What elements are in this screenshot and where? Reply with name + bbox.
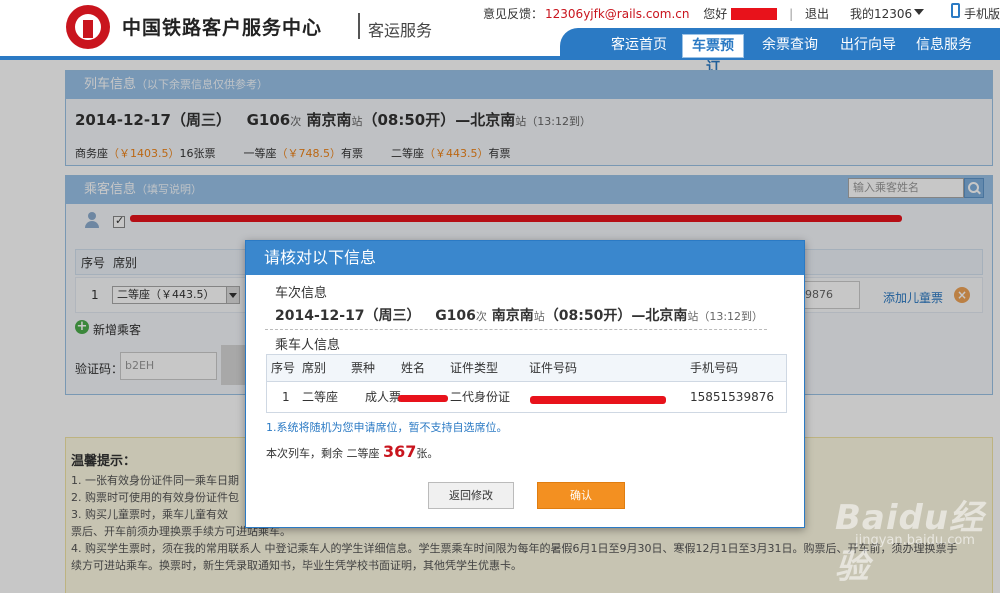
nav-travel-guide[interactable]: 出行向导	[836, 34, 900, 58]
col-id-number: 证件号码	[529, 361, 578, 375]
logo-subtitle: 客运服务	[368, 21, 433, 40]
redacted-name	[398, 395, 448, 402]
chevron-down-icon[interactable]	[914, 9, 924, 15]
cell-seat: 二等座	[302, 390, 339, 404]
col-phone: 手机号码	[690, 361, 739, 375]
divider: |	[789, 6, 794, 21]
depart-time: （08:50开）	[544, 308, 632, 324]
back-edit-button[interactable]: 返回修改	[428, 482, 514, 509]
confirm-button[interactable]: 确认	[537, 482, 625, 509]
baidu-watermark-url: jingyan.baidu.com	[855, 533, 975, 548]
seat-notice: 1.系统将随机为您申请席位，暂不支持自选席位。	[266, 421, 508, 434]
logout-link[interactable]: 退出	[805, 5, 829, 22]
site-header: 中国铁路客户服务中心 客运服务 意见反馈： 12306yjfk@rails.com…	[0, 0, 1000, 76]
logo-divider	[358, 13, 360, 39]
col-name: 姓名	[401, 361, 426, 375]
cell-ticket-type: 成人票	[365, 390, 402, 404]
train-date: 2014-12-17（周三）	[275, 308, 421, 324]
remain-count: 367	[383, 442, 417, 461]
remain-suffix: 张。	[416, 447, 439, 460]
cell-phone: 15851539876	[690, 390, 774, 404]
mobile-link[interactable]: 手机版	[964, 5, 1000, 22]
feedback-email-link[interactable]: 12306yjfk@rails.com.cn	[545, 7, 689, 21]
railway-logo-icon[interactable]	[66, 5, 110, 49]
col-seat: 席别	[302, 361, 327, 375]
remain-prefix: 本次列车，剩余 二等座	[266, 447, 380, 460]
nav-info-service[interactable]: 信息服务	[913, 34, 975, 58]
mobile-phone-icon[interactable]	[951, 3, 960, 18]
top-links: 意见反馈： 12306yjfk@rails.com.cn 您好 | 退出	[483, 5, 829, 22]
train-suffix: 次	[475, 310, 487, 323]
my12306-menu[interactable]: 我的12306	[850, 5, 912, 22]
from-station: 南京南	[491, 308, 534, 324]
arrive-time: （13:12到）	[698, 310, 764, 323]
dashed-divider	[265, 329, 767, 330]
col-no: 序号	[271, 361, 296, 375]
confirm-dialog: 请核对以下信息 车次信息 2014-12-17（周三） G106次 南京南站（0…	[245, 240, 805, 528]
remaining-tickets: 本次列车，剩余 二等座 367张。	[266, 442, 438, 461]
route-dash: —	[631, 308, 646, 324]
dialog-train-summary: 2014-12-17（周三） G106次 南京南站（08:50开）—北京南站（1…	[275, 305, 763, 325]
to-station: 北京南	[645, 308, 688, 324]
passenger-confirm-table: 序号 席别 票种 姓名 证件类型 证件号码 手机号码 1 二等座 成人票 二代身…	[266, 354, 787, 413]
cell-no: 1	[282, 390, 290, 404]
train-section-title: 车次信息	[275, 286, 328, 301]
nav-book-ticket[interactable]: 车票预订	[682, 34, 744, 76]
col-id-type: 证件类型	[450, 361, 499, 375]
redacted-username	[731, 7, 778, 20]
feedback-label: 意见反馈：	[483, 7, 544, 21]
passenger-section-title: 乘车人信息	[275, 338, 341, 353]
nav-home[interactable]: 客运首页	[608, 34, 670, 58]
logo-title[interactable]: 中国铁路客户服务中心	[122, 13, 322, 40]
nav-remaining-tickets[interactable]: 余票查询	[758, 34, 822, 58]
greeting: 您好	[703, 7, 728, 21]
from-suffix: 站	[533, 310, 545, 323]
dialog-title: 请核对以下信息	[246, 241, 804, 275]
cell-id-type: 二代身份证	[450, 390, 511, 404]
train-number: G106	[435, 308, 476, 324]
col-ticket-type: 票种	[351, 361, 376, 375]
to-suffix: 站	[687, 310, 699, 323]
redacted-id-number	[530, 396, 666, 404]
